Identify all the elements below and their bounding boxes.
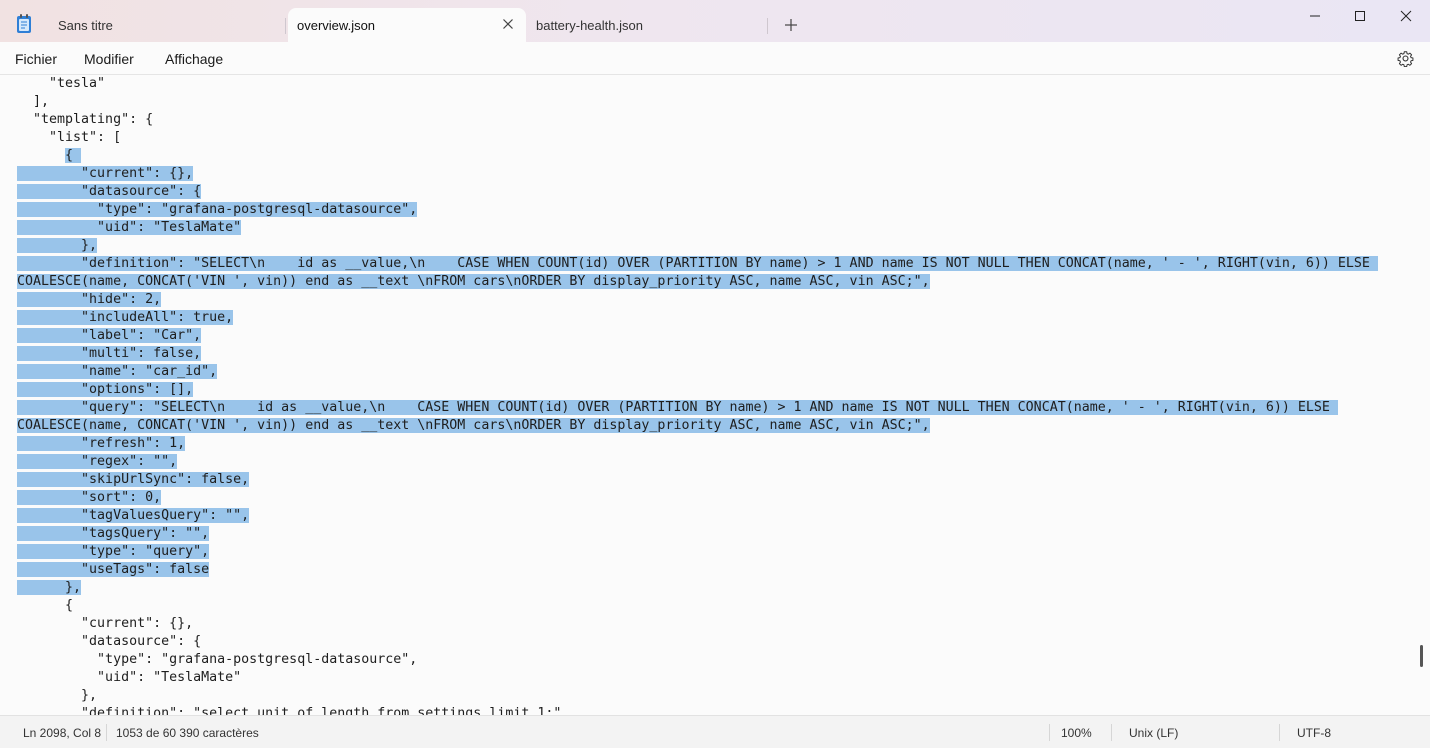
- menu-bar: Fichier Modifier Affichage: [0, 42, 1430, 75]
- line-ending[interactable]: Unix (LF): [1129, 726, 1178, 740]
- vertical-scrollbar-thumb[interactable]: [1420, 645, 1423, 667]
- tab-overview-json[interactable]: overview.json: [288, 8, 526, 42]
- selected-code-line: "name": "car_id",: [17, 364, 218, 379]
- menu-edit[interactable]: Modifier: [84, 51, 134, 67]
- selection-text: {: [65, 148, 82, 163]
- tab-label: Sans titre: [58, 17, 113, 33]
- selected-code-line: "type": "query",: [17, 544, 210, 559]
- gear-icon[interactable]: [1397, 50, 1414, 67]
- code-line: "definition": "select unit_of_length fro…: [17, 706, 570, 715]
- code-line: [0, 147, 65, 165]
- tab-divider: [285, 18, 286, 34]
- selected-code-line: "regex": "",: [17, 454, 178, 469]
- code-line: "templating": {: [17, 112, 154, 127]
- selected-code-line: COALESCE(name, CONCAT('VIN ', vin)) end …: [17, 274, 930, 289]
- close-icon: [1400, 10, 1412, 22]
- text-editor[interactable]: "tesla" ], "templating": { "list": [ { "…: [0, 75, 1430, 715]
- selected-code-line: "query": "SELECT\n id as __value,\n CASE…: [17, 400, 1338, 415]
- code-line: "type": "grafana-postgresql-datasource",: [17, 652, 418, 667]
- selected-code-line: "label": "Car",: [17, 328, 202, 343]
- code-line: },: [17, 688, 98, 703]
- status-divider: [1049, 724, 1050, 741]
- code-line: "datasource": {: [17, 634, 202, 649]
- selected-code-line: },: [17, 238, 98, 253]
- code-line: "current": {},: [17, 616, 194, 631]
- close-tab-icon[interactable]: [500, 16, 516, 32]
- maximize-button[interactable]: [1337, 0, 1383, 32]
- selected-code-line: "definition": "SELECT\n id as __value,\n…: [17, 256, 1378, 271]
- selected-code-line: COALESCE(name, CONCAT('VIN ', vin)) end …: [17, 418, 930, 433]
- tab-divider: [767, 18, 768, 34]
- new-tab-plus-icon[interactable]: [782, 16, 800, 34]
- zoom-level[interactable]: 100%: [1061, 726, 1092, 740]
- maximize-icon: [1355, 11, 1365, 21]
- selected-code-line: "refresh": 1,: [17, 436, 186, 451]
- title-bar: Sans titre overview.json battery-health.…: [0, 0, 1430, 42]
- cursor-position: Ln 2098, Col 8: [23, 726, 102, 740]
- close-window-button[interactable]: [1383, 0, 1429, 32]
- minimize-icon: [1310, 15, 1320, 17]
- selected-code-line: "tagValuesQuery": "",: [17, 508, 250, 523]
- encoding[interactable]: UTF-8: [1297, 726, 1331, 740]
- selected-code-line: {: [65, 147, 82, 165]
- status-bar: Ln 2098, Col 8 1053 de 60 390 caractères…: [0, 715, 1430, 748]
- selected-code-line: "useTags": false: [17, 562, 210, 577]
- selected-code-line: "type": "grafana-postgresql-datasource",: [17, 202, 418, 217]
- tab-battery-health-json[interactable]: battery-health.json: [528, 8, 768, 42]
- character-count: 1053 de 60 390 caractères: [116, 726, 259, 740]
- tab-sans-titre[interactable]: Sans titre: [44, 8, 284, 42]
- status-divider: [106, 724, 107, 741]
- selected-code-line: "skipUrlSync": false,: [17, 472, 250, 487]
- selected-code-line: "datasource": {: [17, 184, 202, 199]
- selected-code-line: "multi": false,: [17, 346, 202, 361]
- selected-code-line: "options": [],: [17, 382, 194, 397]
- code-line: "tesla": [17, 76, 106, 91]
- selected-code-line: "includeAll": true,: [17, 310, 234, 325]
- status-divider: [1111, 724, 1112, 741]
- line-leading-space: [0, 148, 65, 163]
- code-line: "uid": "TeslaMate": [17, 670, 242, 685]
- tab-label: battery-health.json: [536, 17, 643, 33]
- selected-code-line: "sort": 0,: [17, 490, 162, 505]
- selected-code-line: "tagsQuery": "",: [17, 526, 210, 541]
- status-divider: [1279, 724, 1280, 741]
- menu-file[interactable]: Fichier: [15, 51, 57, 67]
- selected-code-line: "uid": "TeslaMate": [17, 220, 242, 235]
- code-line: {: [17, 598, 74, 613]
- code-line: "list": [: [17, 130, 122, 145]
- menu-view[interactable]: Affichage: [165, 51, 223, 67]
- minimize-button[interactable]: [1292, 0, 1338, 32]
- notepad-app-icon: [17, 14, 31, 33]
- selected-code-line: "hide": 2,: [17, 292, 162, 307]
- tab-label: overview.json: [297, 17, 376, 33]
- selected-code-line: "current": {},: [17, 166, 194, 181]
- code-line: ],: [17, 94, 50, 109]
- selected-code-line: },: [17, 580, 82, 595]
